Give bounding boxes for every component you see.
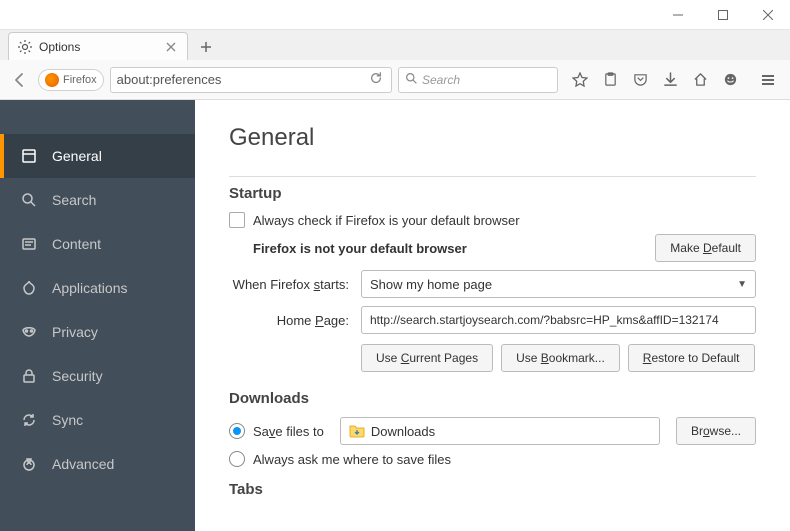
downloads-path-value: Downloads bbox=[371, 424, 435, 439]
sidebar-item-general[interactable]: General bbox=[0, 134, 195, 178]
tab-close-icon[interactable] bbox=[163, 39, 179, 55]
downloads-path-field[interactable]: Downloads bbox=[340, 417, 660, 445]
identity-box[interactable]: Firefox bbox=[38, 69, 104, 91]
home-page-input[interactable] bbox=[370, 313, 747, 327]
when-starts-label: When Firefox starts: bbox=[229, 277, 361, 292]
menu-button[interactable] bbox=[752, 66, 784, 94]
maximize-button[interactable] bbox=[700, 0, 745, 30]
url-input[interactable] bbox=[117, 72, 367, 87]
sidebar-item-applications[interactable]: Applications bbox=[0, 266, 195, 310]
firefox-logo-icon bbox=[45, 73, 59, 87]
folder-icon bbox=[349, 424, 365, 438]
window-titlebar bbox=[0, 0, 790, 30]
tab-options[interactable]: Options bbox=[8, 32, 188, 60]
always-ask-radio[interactable] bbox=[229, 451, 245, 467]
sidebar-item-label: Content bbox=[52, 236, 101, 252]
sidebar-item-sync[interactable]: Sync bbox=[0, 398, 195, 442]
preferences-sidebar: General Search Content Applications Priv… bbox=[0, 100, 195, 531]
pocket-icon[interactable] bbox=[626, 66, 654, 94]
chevron-down-icon: ▼ bbox=[737, 279, 747, 290]
sidebar-item-content[interactable]: Content bbox=[0, 222, 195, 266]
sidebar-item-label: Search bbox=[52, 192, 96, 208]
sidebar-item-label: Security bbox=[52, 368, 103, 384]
sidebar-item-label: Applications bbox=[52, 280, 128, 296]
default-browser-checkbox[interactable] bbox=[229, 212, 245, 228]
always-ask-label: Always ask me where to save files bbox=[253, 452, 451, 467]
sidebar-item-security[interactable]: Security bbox=[0, 354, 195, 398]
downloads-icon[interactable] bbox=[656, 66, 684, 94]
navigation-toolbar: Firefox bbox=[0, 60, 790, 100]
applications-icon bbox=[20, 280, 38, 296]
sidebar-item-label: General bbox=[52, 148, 102, 164]
restore-default-button[interactable]: Restore to Default bbox=[628, 344, 755, 372]
advanced-icon bbox=[20, 456, 38, 472]
when-starts-select[interactable]: Show my home page ▼ bbox=[361, 270, 756, 298]
save-files-to-label: Save files to bbox=[253, 424, 324, 439]
sidebar-item-label: Sync bbox=[52, 412, 83, 428]
bookmark-star-icon[interactable] bbox=[566, 66, 594, 94]
page-title: General bbox=[229, 124, 756, 152]
sidebar-item-privacy[interactable]: Privacy bbox=[0, 310, 195, 354]
search-bar[interactable] bbox=[398, 67, 558, 93]
tab-strip: Options bbox=[0, 30, 790, 60]
home-page-field[interactable] bbox=[361, 306, 756, 334]
tab-title: Options bbox=[39, 40, 157, 54]
search-icon bbox=[405, 72, 418, 88]
when-starts-value: Show my home page bbox=[370, 277, 492, 292]
new-tab-button[interactable] bbox=[192, 34, 220, 60]
make-default-button[interactable]: Make Default bbox=[655, 234, 756, 262]
sidebar-item-advanced[interactable]: Advanced bbox=[0, 442, 195, 486]
search-icon bbox=[20, 192, 38, 208]
smiley-icon[interactable] bbox=[716, 66, 744, 94]
save-files-to-radio[interactable] bbox=[229, 423, 245, 439]
back-button[interactable] bbox=[6, 66, 34, 94]
search-input[interactable] bbox=[422, 73, 579, 87]
tabs-heading: Tabs bbox=[229, 481, 756, 498]
startup-heading: Startup bbox=[229, 185, 756, 202]
browse-button[interactable]: Browse... bbox=[676, 417, 756, 445]
url-bar[interactable] bbox=[110, 67, 392, 93]
sidebar-item-search[interactable]: Search bbox=[0, 178, 195, 222]
sidebar-item-label: Advanced bbox=[52, 456, 114, 472]
content-icon bbox=[20, 236, 38, 252]
close-button[interactable] bbox=[745, 0, 790, 30]
use-current-pages-button[interactable]: Use Current Pages bbox=[361, 344, 493, 372]
clipboard-icon[interactable] bbox=[596, 66, 624, 94]
lock-icon bbox=[20, 368, 38, 384]
sidebar-item-label: Privacy bbox=[52, 324, 98, 340]
gear-icon bbox=[17, 39, 33, 55]
reload-icon[interactable] bbox=[367, 71, 385, 88]
general-icon bbox=[20, 148, 38, 164]
preferences-main: General Startup Always check if Firefox … bbox=[195, 100, 790, 531]
home-page-label: Home Page: bbox=[229, 313, 361, 328]
default-browser-check-label: Always check if Firefox is your default … bbox=[253, 213, 520, 228]
home-icon[interactable] bbox=[686, 66, 714, 94]
identity-label: Firefox bbox=[63, 74, 97, 86]
privacy-icon bbox=[20, 324, 38, 340]
sync-icon bbox=[20, 412, 38, 428]
default-browser-status: Firefox is not your default browser bbox=[253, 241, 467, 256]
downloads-heading: Downloads bbox=[229, 390, 756, 407]
use-bookmark-button[interactable]: Use Bookmark... bbox=[501, 344, 620, 372]
minimize-button[interactable] bbox=[655, 0, 700, 30]
